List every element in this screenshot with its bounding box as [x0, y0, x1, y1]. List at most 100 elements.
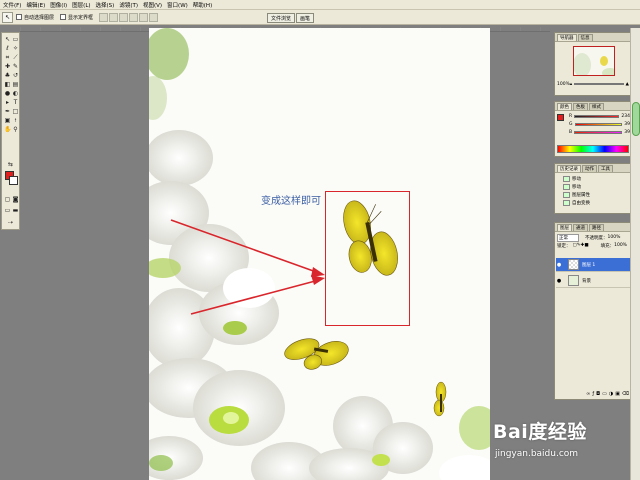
slice-tool-icon[interactable]: ⟋	[12, 54, 19, 61]
zoom-in-icon[interactable]: ▲	[626, 82, 629, 87]
hand-tool-icon[interactable]: ✋	[4, 126, 11, 133]
align-left-icon[interactable]	[129, 12, 139, 22]
new-adjustment-icon[interactable]: ◑	[609, 391, 613, 398]
menu-filter[interactable]: 滤镜(T)	[119, 1, 138, 9]
menu-window[interactable]: 窗口(W)	[167, 1, 188, 9]
pen-tool-icon[interactable]: ✒	[4, 108, 11, 115]
menu-layer[interactable]: 图层(L)	[72, 1, 90, 9]
zoom-tool-icon[interactable]: ⚲	[12, 126, 19, 133]
history-item[interactable]: 图层属性	[557, 191, 630, 198]
menu-edit[interactable]: 编辑(E)	[26, 1, 45, 9]
link-layers-icon[interactable]: ∞	[586, 391, 590, 398]
menu-image[interactable]: 图像(I)	[50, 1, 67, 9]
blur-tool-icon[interactable]: ●	[4, 90, 11, 97]
move-tool-icon[interactable]: ↖	[4, 36, 11, 43]
screen-mode-full-icon[interactable]: ▬	[12, 207, 19, 214]
zoom-slider[interactable]	[574, 83, 624, 85]
layer-thumbnail	[568, 275, 579, 286]
new-layer-icon[interactable]: ▣	[615, 391, 620, 398]
history-item[interactable]: 自由变换	[557, 199, 630, 206]
tab-actions[interactable]: 动作	[582, 165, 597, 172]
zoom-value[interactable]: 100%	[557, 82, 570, 87]
swap-colors-icon[interactable]: ⇆	[7, 161, 14, 168]
standard-mode-icon[interactable]: ▢	[4, 196, 11, 203]
color-spectrum-ramp[interactable]	[557, 145, 629, 153]
file-browser-tab[interactable]: 文件浏览	[267, 13, 296, 23]
history-brush-tool-icon[interactable]: ↺	[12, 72, 19, 79]
fill-value[interactable]: 100%	[614, 243, 627, 248]
auto-select-layer-label: 自动选择图层	[24, 14, 55, 21]
vertical-scrollbar[interactable]	[630, 28, 640, 480]
screen-mode-standard-icon[interactable]: ▭	[4, 207, 11, 214]
add-mask-icon[interactable]: ◘	[596, 391, 600, 398]
add-style-icon[interactable]: ƒ	[592, 391, 594, 398]
new-set-icon[interactable]: ▭	[602, 391, 607, 398]
jump-to-imageready-icon[interactable]: ⇢	[7, 219, 14, 226]
eyedropper-tool-icon[interactable]: ⟊	[12, 117, 19, 124]
align-right-icon[interactable]	[149, 12, 159, 22]
green-channel-row: G 39	[557, 121, 630, 128]
baidu-watermark: Bai度经验 jingyan.baidu.com	[493, 415, 633, 475]
menu-help[interactable]: 帮助(H)	[193, 1, 212, 9]
tab-info[interactable]: 信息	[577, 34, 593, 41]
crop-tool-icon[interactable]: ⌗	[4, 54, 11, 61]
zoom-out-icon[interactable]: ▴	[570, 82, 572, 87]
tab-styles[interactable]: 样式	[589, 103, 604, 110]
marquee-tool-icon[interactable]: ▭	[12, 36, 19, 43]
notes-tool-icon[interactable]: ▣	[4, 117, 11, 124]
tab-paths[interactable]: 路径	[589, 224, 604, 231]
align-center-icon[interactable]	[139, 12, 149, 22]
green-slider[interactable]	[574, 123, 623, 126]
lock-all-icon[interactable]: ■	[584, 243, 588, 248]
type-tool-icon[interactable]: T	[12, 99, 19, 106]
brushes-tab[interactable]: 画笔	[296, 13, 315, 23]
opacity-value[interactable]: 100%	[608, 235, 621, 240]
navigator-thumbnail[interactable]	[573, 46, 615, 76]
clone-stamp-tool-icon[interactable]: ♣	[4, 72, 11, 79]
align-middle-icon[interactable]	[109, 12, 119, 22]
tab-swatches[interactable]: 色板	[573, 103, 588, 110]
blue-slider[interactable]	[574, 131, 623, 134]
tab-color[interactable]: 颜色	[557, 103, 572, 110]
history-item[interactable]: 移动	[557, 183, 630, 190]
checkbox-box-icon	[16, 14, 22, 20]
eye-icon[interactable]: ●	[556, 278, 562, 284]
move-tool-preset-icon[interactable]: ↖	[2, 11, 13, 23]
red-value[interactable]: 234	[621, 114, 630, 119]
quick-mask-icon[interactable]: ◙	[12, 196, 19, 203]
layer-row[interactable]: ● 背景	[556, 274, 631, 288]
scrollbar-thumb[interactable]	[632, 102, 640, 136]
gradient-tool-icon[interactable]: ▤	[12, 81, 19, 88]
history-item[interactable]: 移动	[557, 175, 630, 182]
menu-select[interactable]: 选择(S)	[96, 1, 115, 9]
tab-layers[interactable]: 图层	[557, 224, 572, 231]
layer-row-selected[interactable]: ● 图层 1	[556, 258, 631, 272]
tab-history[interactable]: 历史记录	[557, 165, 581, 172]
lock-row: 锁定： ▢ ✎ ✚ ■ 填充： 100%	[557, 242, 630, 249]
healing-brush-tool-icon[interactable]: ✚	[4, 63, 11, 70]
brush-tool-icon[interactable]: ✎	[12, 63, 19, 70]
shape-tool-icon[interactable]: □	[12, 108, 19, 115]
trash-icon[interactable]: ⌫	[622, 391, 629, 398]
eye-icon[interactable]: ●	[556, 262, 562, 268]
layer-name: 背景	[582, 278, 591, 284]
menu-file[interactable]: 文件(F)	[3, 1, 21, 9]
tab-channels[interactable]: 通道	[573, 224, 588, 231]
path-select-tool-icon[interactable]: ▸	[4, 99, 11, 106]
menu-view[interactable]: 视图(V)	[143, 1, 162, 9]
background-color-swatch[interactable]	[9, 176, 18, 185]
magic-wand-tool-icon[interactable]: ✧	[12, 45, 19, 52]
eraser-tool-icon[interactable]: ◧	[4, 81, 11, 88]
auto-select-layer-checkbox[interactable]: 自动选择图层	[16, 14, 54, 21]
show-bounding-box-checkbox[interactable]: 显示定界框	[60, 14, 93, 21]
document-canvas[interactable]: 变成这样即可	[149, 28, 490, 480]
tab-navigator[interactable]: 导航器	[557, 34, 577, 41]
blend-mode-select[interactable]: 正常	[557, 233, 579, 242]
dodge-tool-icon[interactable]: ◐	[12, 90, 19, 97]
tab-tools[interactable]: 工具	[598, 165, 613, 172]
lasso-tool-icon[interactable]: ℓ	[4, 45, 11, 52]
align-bottom-icon[interactable]	[119, 12, 129, 22]
align-top-icon[interactable]	[99, 12, 109, 22]
toolbox: ↖ ▭ ℓ ✧ ⌗ ⟋ ✚ ✎ ♣ ↺ ◧ ▤ ● ◐ ▸ T ✒ □ ▣ ⟊ …	[1, 32, 20, 230]
red-slider[interactable]	[574, 115, 620, 118]
